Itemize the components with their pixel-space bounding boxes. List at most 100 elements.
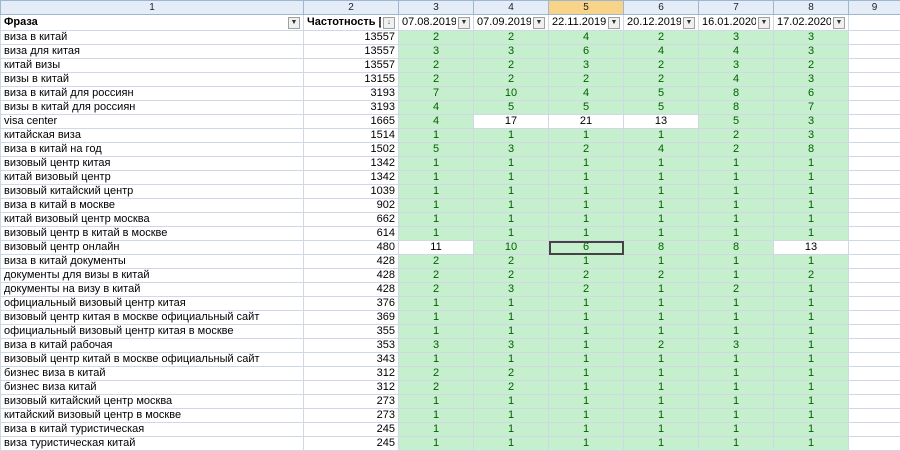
position-cell[interactable]: 6 xyxy=(549,45,624,59)
position-cell[interactable]: 3 xyxy=(474,339,549,353)
position-cell[interactable]: 1 xyxy=(774,353,849,367)
position-cell[interactable]: 1 xyxy=(774,339,849,353)
frequency-cell[interactable]: 1502 xyxy=(304,143,399,157)
position-cell[interactable]: 2 xyxy=(624,269,699,283)
filter-dropdown-icon[interactable]: ▼ xyxy=(533,17,545,29)
empty-cell[interactable] xyxy=(849,227,900,241)
empty-cell[interactable] xyxy=(849,269,900,283)
position-cell[interactable]: 1 xyxy=(399,199,474,213)
empty-cell[interactable] xyxy=(849,367,900,381)
position-cell[interactable]: 8 xyxy=(624,241,699,255)
position-cell[interactable]: 1 xyxy=(699,311,774,325)
column-number-header[interactable]: 2 xyxy=(304,1,399,15)
position-cell[interactable]: 1 xyxy=(549,171,624,185)
position-cell[interactable]: 5 xyxy=(624,87,699,101)
position-cell[interactable]: 5 xyxy=(624,101,699,115)
empty-cell[interactable] xyxy=(849,73,900,87)
position-cell[interactable]: 3 xyxy=(774,115,849,129)
position-cell[interactable]: 1 xyxy=(399,395,474,409)
frequency-cell[interactable]: 428 xyxy=(304,283,399,297)
position-cell[interactable]: 4 xyxy=(549,87,624,101)
position-cell[interactable]: 1 xyxy=(399,129,474,143)
position-cell[interactable]: 1 xyxy=(549,129,624,143)
phrase-cell[interactable]: визовый китайский центр xyxy=(1,185,304,199)
frequency-cell[interactable]: 273 xyxy=(304,409,399,423)
position-cell[interactable]: 2 xyxy=(399,73,474,87)
column-number-header[interactable]: 6 xyxy=(624,1,699,15)
position-cell[interactable]: 1 xyxy=(549,325,624,339)
position-cell[interactable]: 1 xyxy=(549,297,624,311)
position-cell[interactable]: 2 xyxy=(549,143,624,157)
position-cell[interactable]: 1 xyxy=(624,395,699,409)
column-number-header[interactable]: 9 xyxy=(849,1,900,15)
position-cell[interactable]: 1 xyxy=(399,213,474,227)
position-cell[interactable]: 1 xyxy=(474,437,549,451)
position-cell[interactable]: 1 xyxy=(774,325,849,339)
position-cell[interactable]: 2 xyxy=(399,31,474,45)
position-cell[interactable]: 1 xyxy=(774,409,849,423)
position-cell[interactable]: 1 xyxy=(774,213,849,227)
empty-cell[interactable] xyxy=(849,353,900,367)
position-cell[interactable]: 1 xyxy=(699,381,774,395)
position-cell[interactable]: 1 xyxy=(624,409,699,423)
position-cell[interactable]: 4 xyxy=(549,31,624,45)
empty-cell[interactable] xyxy=(849,199,900,213)
position-cell[interactable]: 1 xyxy=(774,157,849,171)
frequency-cell[interactable]: 1039 xyxy=(304,185,399,199)
position-cell[interactable]: 2 xyxy=(399,59,474,73)
frequency-cell[interactable]: 1342 xyxy=(304,157,399,171)
position-cell[interactable]: 4 xyxy=(699,45,774,59)
column-number-header[interactable]: 7 xyxy=(699,1,774,15)
position-cell[interactable]: 1 xyxy=(624,157,699,171)
position-cell[interactable]: 1 xyxy=(624,185,699,199)
position-cell[interactable]: 13 xyxy=(624,115,699,129)
position-cell[interactable]: 2 xyxy=(549,269,624,283)
date-header[interactable]: 07.09.2019▼ xyxy=(474,15,549,31)
position-cell[interactable]: 3 xyxy=(699,339,774,353)
position-cell[interactable]: 1 xyxy=(474,171,549,185)
position-cell[interactable]: 1 xyxy=(699,213,774,227)
position-cell[interactable]: 2 xyxy=(474,255,549,269)
frequency-cell[interactable]: 245 xyxy=(304,423,399,437)
position-cell[interactable]: 1 xyxy=(624,171,699,185)
position-cell[interactable]: 1 xyxy=(624,311,699,325)
position-cell[interactable]: 1 xyxy=(549,395,624,409)
position-cell[interactable]: 1 xyxy=(774,381,849,395)
position-cell[interactable]: 1 xyxy=(624,367,699,381)
position-cell[interactable]: 1 xyxy=(624,129,699,143)
position-cell[interactable]: 2 xyxy=(474,73,549,87)
position-cell[interactable]: 10 xyxy=(474,241,549,255)
empty-cell[interactable] xyxy=(849,171,900,185)
position-cell[interactable]: 1 xyxy=(399,423,474,437)
position-cell[interactable]: 1 xyxy=(399,297,474,311)
frequency-cell[interactable]: 312 xyxy=(304,381,399,395)
position-cell[interactable]: 1 xyxy=(549,255,624,269)
position-cell[interactable]: 1 xyxy=(549,381,624,395)
position-cell[interactable]: 1 xyxy=(549,157,624,171)
position-cell[interactable]: 11 xyxy=(399,241,474,255)
position-cell[interactable]: 1 xyxy=(549,199,624,213)
empty-cell[interactable] xyxy=(849,59,900,73)
position-cell[interactable]: 2 xyxy=(624,59,699,73)
empty-cell[interactable] xyxy=(849,87,900,101)
frequency-cell[interactable]: 273 xyxy=(304,395,399,409)
empty-cell[interactable] xyxy=(849,45,900,59)
phrase-cell[interactable]: визовый центр китая xyxy=(1,157,304,171)
empty-cell[interactable] xyxy=(849,395,900,409)
position-cell[interactable]: 1 xyxy=(624,255,699,269)
phrase-cell[interactable]: виза в китай на год xyxy=(1,143,304,157)
position-cell[interactable]: 8 xyxy=(699,87,774,101)
position-cell[interactable]: 2 xyxy=(549,283,624,297)
position-cell[interactable]: 1 xyxy=(474,325,549,339)
frequency-cell[interactable]: 343 xyxy=(304,353,399,367)
position-cell[interactable]: 1 xyxy=(624,227,699,241)
frequency-cell[interactable]: 1514 xyxy=(304,129,399,143)
position-cell[interactable]: 1 xyxy=(474,157,549,171)
empty-cell[interactable] xyxy=(849,339,900,353)
phrase-cell[interactable]: бизнес виза китай xyxy=(1,381,304,395)
position-cell[interactable]: 2 xyxy=(474,381,549,395)
position-cell[interactable]: 3 xyxy=(474,283,549,297)
empty-cell[interactable] xyxy=(849,311,900,325)
empty-cell[interactable] xyxy=(849,297,900,311)
empty-cell[interactable] xyxy=(849,213,900,227)
